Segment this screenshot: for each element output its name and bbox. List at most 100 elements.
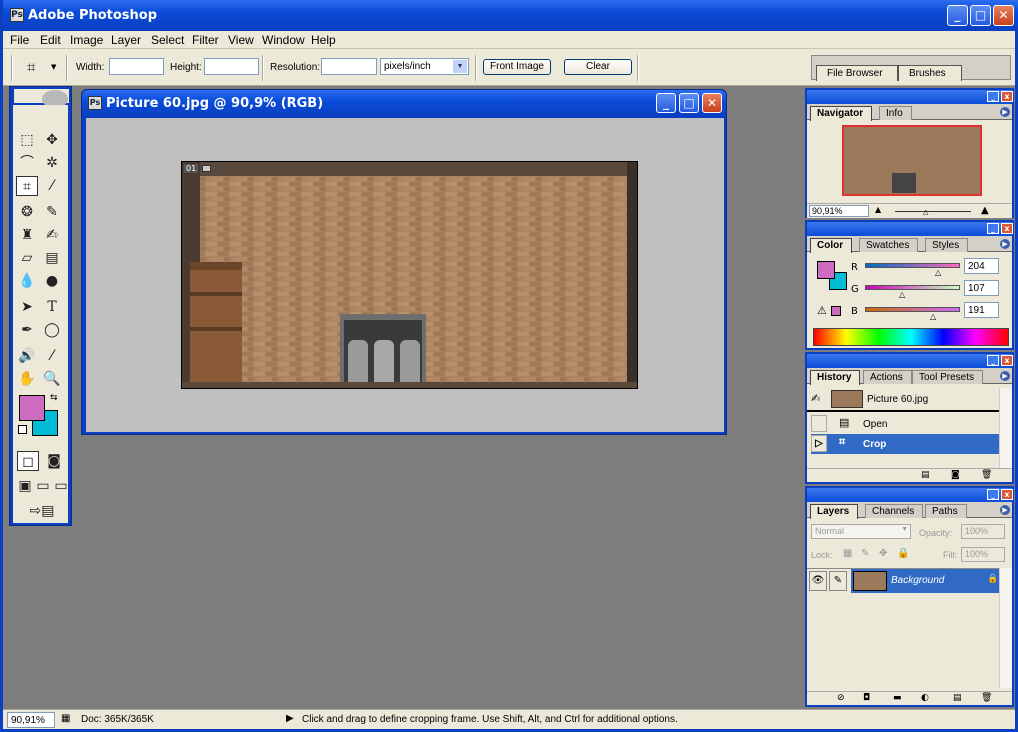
swap-colors-icon[interactable]: ⇆ bbox=[50, 393, 58, 403]
history-source-box[interactable] bbox=[811, 415, 827, 432]
layer-mask-icon[interactable]: ◘ bbox=[863, 693, 870, 703]
channel-r-thumb[interactable]: △ bbox=[935, 268, 941, 277]
lock-pixels-icon[interactable]: ✎ bbox=[861, 548, 869, 559]
channel-g-slider[interactable] bbox=[865, 285, 960, 290]
panel-minimize-button[interactable]: _ bbox=[987, 489, 999, 500]
hand-tool-icon[interactable]: ✋ bbox=[16, 369, 38, 389]
history-snapshot-row[interactable]: ✍ Picture 60.jpg bbox=[807, 388, 999, 412]
dodge-tool-icon[interactable]: ● bbox=[41, 271, 63, 291]
quick-mask-mode-icon[interactable]: ◙ bbox=[43, 451, 65, 471]
tab-actions[interactable]: Actions bbox=[863, 370, 912, 384]
eye-icon[interactable]: 👁 bbox=[809, 571, 827, 591]
layers-scrollbar[interactable] bbox=[999, 568, 1012, 688]
gamut-color-swatch[interactable] bbox=[831, 306, 841, 316]
document-image[interactable]: 01 bbox=[181, 161, 638, 389]
photoshop-app-icon[interactable]: Ps bbox=[10, 8, 24, 22]
layer-row-background[interactable]: 👁 ✎ Background 🔒 bbox=[807, 568, 999, 593]
fill-input[interactable]: 100% bbox=[961, 547, 1005, 562]
clone-stamp-tool-icon[interactable]: ♜ bbox=[16, 225, 38, 245]
menu-image[interactable]: Image bbox=[70, 33, 103, 47]
panel-menu-arrow-icon[interactable]: ▶ bbox=[1000, 239, 1010, 249]
new-layer-icon[interactable]: ▤ bbox=[953, 693, 962, 703]
panel-menu-arrow-icon[interactable]: ▶ bbox=[1000, 371, 1010, 381]
color-fg-swatch[interactable] bbox=[817, 261, 835, 279]
pen-tool-icon[interactable]: ✒ bbox=[16, 320, 38, 340]
full-screen-mode-icon[interactable]: ▭ bbox=[53, 476, 69, 496]
clear-button[interactable]: Clear bbox=[564, 59, 632, 75]
marquee-tool-icon[interactable]: ⬚ bbox=[16, 130, 38, 150]
history-item-crop[interactable]: ▷ ⌗ Crop bbox=[811, 434, 999, 454]
maximize-button[interactable]: □ bbox=[970, 5, 991, 26]
document-info-icon[interactable]: ▦ bbox=[61, 713, 70, 724]
out-of-gamut-warning-icon[interactable]: ⚠ bbox=[817, 304, 827, 317]
panel-close-button[interactable]: x bbox=[1001, 489, 1013, 500]
toolbox-header[interactable] bbox=[14, 89, 69, 108]
standard-screen-mode-icon[interactable]: ▣ bbox=[17, 476, 33, 496]
navigator-preview[interactable] bbox=[842, 125, 982, 196]
zoom-slider[interactable] bbox=[895, 211, 971, 212]
chevron-down-icon[interactable]: ▼ bbox=[51, 63, 56, 71]
close-button[interactable]: ✕ bbox=[993, 5, 1014, 26]
ellipse-tool-icon[interactable]: ◯ bbox=[41, 320, 63, 340]
eraser-tool-icon[interactable]: ▱ bbox=[16, 248, 38, 268]
menu-help[interactable]: Help bbox=[311, 33, 336, 47]
channel-b-slider[interactable] bbox=[865, 307, 960, 312]
brush-tool-icon[interactable]: ✎ bbox=[41, 202, 63, 222]
panel-close-button[interactable]: x bbox=[1001, 355, 1013, 366]
canvas-area[interactable]: 01 bbox=[86, 118, 724, 432]
new-group-icon[interactable]: ▬ bbox=[893, 693, 902, 703]
eyedropper-tool-icon[interactable]: ⁄ bbox=[41, 346, 63, 366]
tab-channels[interactable]: Channels bbox=[865, 504, 924, 518]
height-input[interactable] bbox=[204, 58, 259, 75]
resolution-units-select[interactable]: pixels/inch ▼ bbox=[380, 58, 469, 75]
history-item-open[interactable]: ▤ Open bbox=[811, 414, 999, 434]
menu-file[interactable]: File bbox=[10, 33, 29, 47]
well-tab-file-browser[interactable]: File Browser bbox=[816, 65, 898, 81]
panel-header[interactable]: _ x bbox=[807, 354, 1013, 368]
panel-minimize-button[interactable]: _ bbox=[987, 355, 999, 366]
jump-to-imageready-icon[interactable]: ⇨▤ bbox=[19, 501, 65, 521]
channel-g-thumb[interactable]: △ bbox=[899, 290, 905, 299]
document-title-bar[interactable]: Ps Picture 60.jpg @ 90,9% (RGB) _ □ ✕ bbox=[82, 90, 726, 118]
tab-paths[interactable]: Paths bbox=[925, 504, 967, 518]
resolution-input[interactable] bbox=[321, 58, 377, 75]
panel-menu-arrow-icon[interactable]: ▶ bbox=[1000, 107, 1010, 117]
panel-header[interactable]: _ x bbox=[807, 222, 1013, 236]
document-minimize-button[interactable]: _ bbox=[656, 93, 676, 113]
color-spectrum-bar[interactable] bbox=[813, 328, 1009, 346]
layer-style-icon[interactable]: ⊘ bbox=[837, 693, 845, 703]
new-document-icon[interactable]: ▤ bbox=[921, 470, 930, 480]
status-zoom-input[interactable]: 90,91% bbox=[7, 712, 55, 728]
move-tool-icon[interactable]: ✥ bbox=[41, 130, 63, 150]
zoom-in-icon[interactable]: ▲ bbox=[981, 205, 989, 216]
zoom-slider-thumb[interactable]: △ bbox=[923, 208, 928, 216]
document-maximize-button[interactable]: □ bbox=[679, 93, 699, 113]
document-icon[interactable]: Ps bbox=[88, 96, 102, 110]
panel-minimize-button[interactable]: _ bbox=[987, 223, 999, 234]
blend-mode-select[interactable]: Normal ▼ bbox=[811, 524, 911, 539]
lasso-tool-icon[interactable]: ⌒ bbox=[16, 153, 38, 173]
tab-layers[interactable]: Layers bbox=[810, 504, 859, 519]
channel-b-value[interactable]: 191 bbox=[964, 302, 999, 318]
tab-swatches[interactable]: Swatches bbox=[859, 238, 919, 252]
adjustment-layer-icon[interactable]: ◐ bbox=[921, 693, 929, 703]
well-tab-brushes[interactable]: Brushes bbox=[898, 65, 962, 81]
foreground-color-swatch[interactable] bbox=[19, 395, 45, 421]
zoom-out-icon[interactable]: ▲ bbox=[875, 205, 881, 214]
gradient-tool-icon[interactable]: ▤ bbox=[41, 248, 63, 268]
type-tool-icon[interactable]: T bbox=[41, 297, 63, 317]
brush-link-icon[interactable]: ✎ bbox=[829, 571, 847, 591]
tab-history[interactable]: History bbox=[810, 370, 861, 385]
minimize-button[interactable]: _ bbox=[947, 5, 968, 26]
channel-b-thumb[interactable]: △ bbox=[930, 312, 936, 321]
crop-tool-preset-icon[interactable]: ⌗ bbox=[27, 58, 35, 76]
tab-tool-presets[interactable]: Tool Presets bbox=[912, 370, 984, 384]
default-colors-icon[interactable] bbox=[18, 425, 27, 434]
history-state-slider-icon[interactable]: ▷ bbox=[811, 435, 827, 452]
menu-filter[interactable]: Filter bbox=[192, 33, 219, 47]
history-brush-source-icon[interactable]: ✍ bbox=[811, 392, 820, 405]
camera-icon[interactable]: ◙ bbox=[951, 470, 960, 480]
menu-window[interactable]: Window bbox=[262, 33, 305, 47]
history-scrollbar[interactable] bbox=[999, 388, 1012, 468]
status-menu-arrow-icon[interactable]: ▶ bbox=[286, 713, 294, 724]
